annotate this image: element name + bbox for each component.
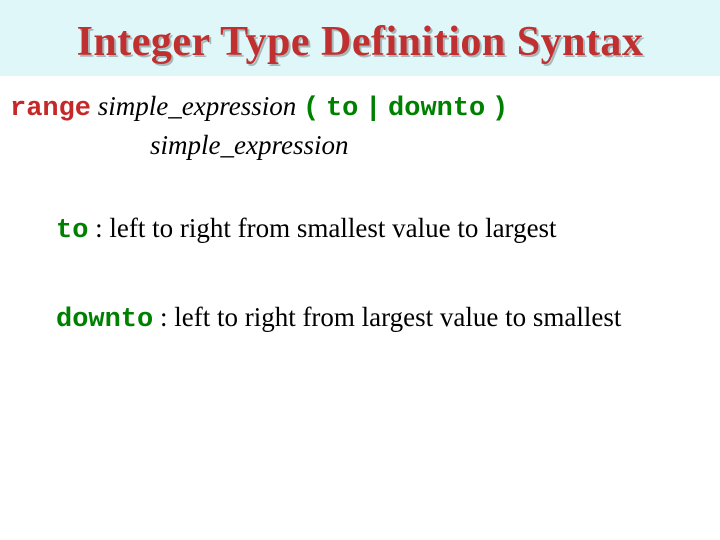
- content-area: range simple_expression ( to | downto ) …: [0, 76, 720, 339]
- syntax-line-1: range simple_expression ( to | downto ): [10, 88, 710, 127]
- bar-separator: |: [365, 94, 381, 124]
- def-text-downto: : left to right from largest value to sm…: [153, 302, 621, 332]
- def-text-to: : left to right from smallest value to l…: [88, 213, 556, 243]
- definitions: to : left to right from smallest value t…: [10, 210, 710, 339]
- title-banner: Integer Type Definition Syntax: [0, 0, 720, 76]
- paren-close: ): [492, 94, 508, 124]
- meta-simple-expression-2: simple_expression: [150, 130, 348, 160]
- keyword-to: to: [326, 94, 358, 124]
- def-keyword-downto: downto: [56, 305, 153, 335]
- page-title: Integer Type Definition Syntax: [0, 18, 720, 66]
- keyword-downto: downto: [388, 94, 485, 124]
- definition-downto: downto : left to right from largest valu…: [56, 299, 710, 338]
- keyword-range: range: [10, 94, 91, 124]
- meta-simple-expression-1: simple_expression: [98, 91, 296, 121]
- syntax-line-2: simple_expression: [150, 127, 710, 163]
- def-keyword-to: to: [56, 216, 88, 246]
- paren-open: (: [303, 94, 319, 124]
- definition-to: to : left to right from smallest value t…: [56, 210, 710, 249]
